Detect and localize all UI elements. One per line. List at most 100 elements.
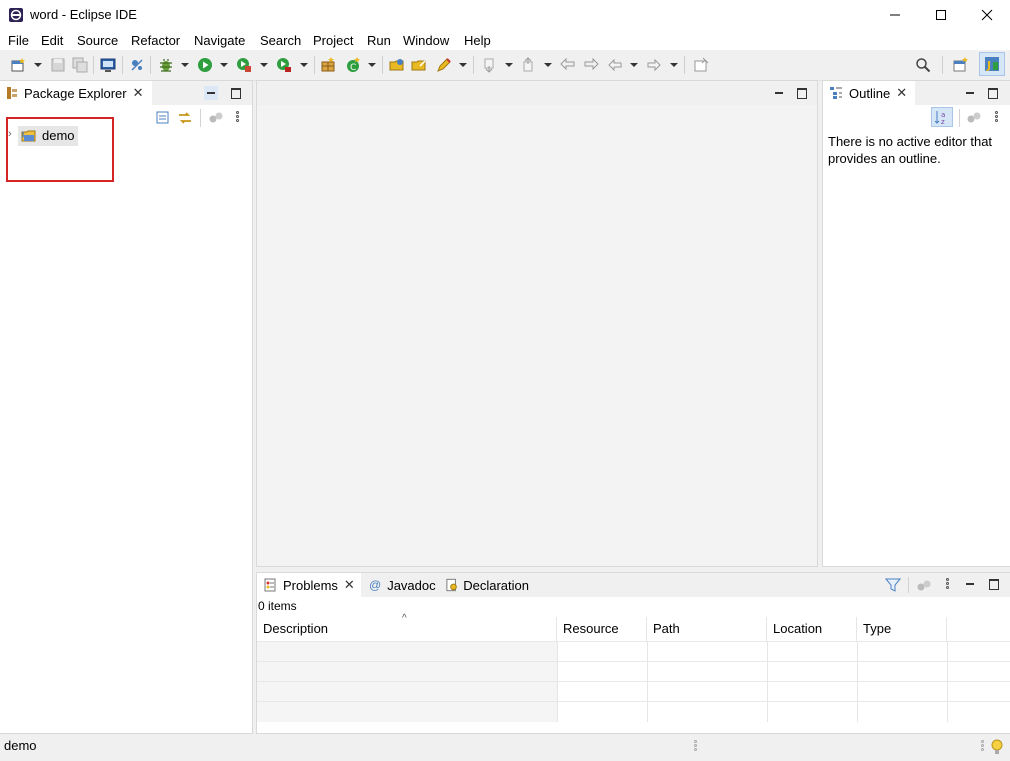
table-row: [257, 661, 1010, 682]
minimize-view-button[interactable]: [963, 86, 977, 100]
menu-window[interactable]: Window: [403, 33, 449, 48]
previous-annotation-icon[interactable]: [521, 57, 537, 73]
lightbulb-icon[interactable]: [990, 738, 1004, 756]
focus-task-icon[interactable]: [208, 110, 224, 126]
minimize-view-button[interactable]: [963, 577, 977, 591]
search-dropdown-icon[interactable]: [459, 63, 467, 67]
close-tab-icon[interactable]: ✕: [133, 85, 144, 101]
last-edit-location-icon[interactable]: [560, 57, 576, 73]
maximize-button[interactable]: [918, 0, 964, 30]
java-perspective-button[interactable]: J: [979, 52, 1005, 76]
menu-edit[interactable]: Edit: [41, 33, 63, 48]
menu-source[interactable]: Source: [77, 33, 118, 48]
back-arrow-icon[interactable]: [607, 57, 623, 73]
maximize-view-button[interactable]: [987, 577, 1001, 591]
debug-icon[interactable]: [158, 57, 174, 73]
main-toolbar: C J: [0, 50, 1010, 81]
table-row: [257, 641, 1010, 662]
tab-declaration-label: Declaration: [463, 577, 529, 593]
tab-problems[interactable]: Problems ✕: [257, 573, 361, 597]
maximize-icon: [936, 10, 946, 20]
run-icon[interactable]: [197, 57, 213, 73]
svg-text:J: J: [986, 59, 991, 72]
menu-help[interactable]: Help: [464, 33, 491, 48]
toolbar-separator: [150, 56, 151, 74]
pin-editor-icon[interactable]: [693, 57, 709, 73]
editor-area: [256, 80, 818, 567]
view-menu-icon[interactable]: [995, 111, 999, 125]
skip-breakpoints-icon[interactable]: [129, 57, 145, 73]
problems-table: Description ^ Resource Path Location Typ…: [257, 613, 1010, 733]
next-annotation-dropdown-icon[interactable]: [505, 63, 513, 67]
status-divider-icon: [981, 740, 985, 754]
open-perspective-icon[interactable]: [953, 57, 969, 73]
problems-view: Problems ✕ @ Javadoc Declaration 0 items…: [256, 572, 1010, 734]
new-java-package-icon[interactable]: [320, 57, 336, 73]
close-tab-icon[interactable]: ✕: [896, 85, 907, 101]
coverage-dropdown-icon[interactable]: [260, 63, 268, 67]
menu-refactor[interactable]: Refactor: [131, 33, 180, 48]
tab-javadoc[interactable]: @ Javadoc: [363, 573, 439, 597]
minimize-button[interactable]: [872, 0, 918, 30]
outline-tab-label: Outline: [849, 85, 891, 101]
status-bar: demo: [0, 734, 1010, 761]
column-resource[interactable]: Resource: [557, 617, 647, 641]
next-annotation-icon[interactable]: [482, 57, 498, 73]
search-pen-icon[interactable]: [436, 57, 452, 73]
table-row: [257, 701, 1010, 722]
forward-arrow-icon[interactable]: [646, 57, 662, 73]
back-dropdown-icon[interactable]: [630, 63, 638, 67]
forward-edit-icon[interactable]: [583, 57, 599, 73]
new-java-class-icon[interactable]: C: [345, 57, 361, 73]
forward-dropdown-icon[interactable]: [670, 63, 678, 67]
minimize-view-button[interactable]: [204, 86, 218, 100]
open-task-icon[interactable]: [411, 57, 427, 73]
minimize-editor-button[interactable]: [772, 86, 786, 100]
problems-item-count: 0 items: [258, 599, 297, 613]
menu-file[interactable]: File: [8, 33, 29, 48]
tab-declaration[interactable]: Declaration: [439, 573, 535, 597]
menu-search[interactable]: Search: [260, 33, 301, 48]
new-dropdown-icon[interactable]: [34, 63, 42, 67]
bottom-tabbar: Problems ✕ @ Javadoc Declaration: [257, 573, 1010, 597]
column-location[interactable]: Location: [767, 617, 857, 641]
maximize-view-button[interactable]: [229, 86, 243, 100]
tab-outline[interactable]: Outline ✕: [823, 81, 915, 105]
previous-annotation-dropdown-icon[interactable]: [544, 63, 552, 67]
column-type[interactable]: Type: [857, 617, 947, 641]
new-class-dropdown-icon[interactable]: [368, 63, 376, 67]
column-path[interactable]: Path: [647, 617, 767, 641]
tree-item-demo[interactable]: J demo: [18, 126, 78, 146]
link-with-editor-icon[interactable]: [177, 110, 193, 126]
column-description[interactable]: Description: [257, 617, 557, 641]
package-explorer-icon: [7, 87, 17, 99]
new-icon[interactable]: [10, 57, 26, 73]
maximize-view-button[interactable]: [986, 86, 1000, 100]
table-row: [257, 681, 1010, 702]
close-tab-icon[interactable]: ✕: [344, 577, 355, 593]
menu-project[interactable]: Project: [313, 33, 353, 48]
focus-task-icon[interactable]: [916, 578, 932, 594]
close-button[interactable]: [964, 0, 1010, 30]
view-menu-icon[interactable]: [946, 578, 950, 592]
view-menu-icon[interactable]: [236, 111, 240, 125]
menu-run[interactable]: Run: [367, 33, 391, 48]
filter-icon[interactable]: [885, 577, 901, 593]
tab-package-explorer[interactable]: Package Explorer ✕: [0, 81, 152, 105]
terminal-icon[interactable]: [100, 57, 116, 73]
run-dropdown-icon[interactable]: [220, 63, 228, 67]
focus-task-icon[interactable]: [966, 110, 982, 126]
save-all-icon[interactable]: [72, 57, 88, 73]
external-tools-dropdown-icon[interactable]: [300, 63, 308, 67]
sort-button[interactable]: az: [931, 107, 953, 127]
open-type-icon[interactable]: [389, 57, 405, 73]
expand-chevron-icon[interactable]: ›: [8, 128, 12, 140]
menu-navigate[interactable]: Navigate: [194, 33, 245, 48]
coverage-icon[interactable]: [236, 57, 252, 73]
maximize-editor-button[interactable]: [795, 86, 809, 100]
external-tools-icon[interactable]: [276, 57, 292, 73]
debug-dropdown-icon[interactable]: [181, 63, 189, 67]
search-icon[interactable]: [915, 57, 931, 73]
save-icon[interactable]: [50, 57, 66, 73]
collapse-all-icon[interactable]: [155, 110, 171, 126]
